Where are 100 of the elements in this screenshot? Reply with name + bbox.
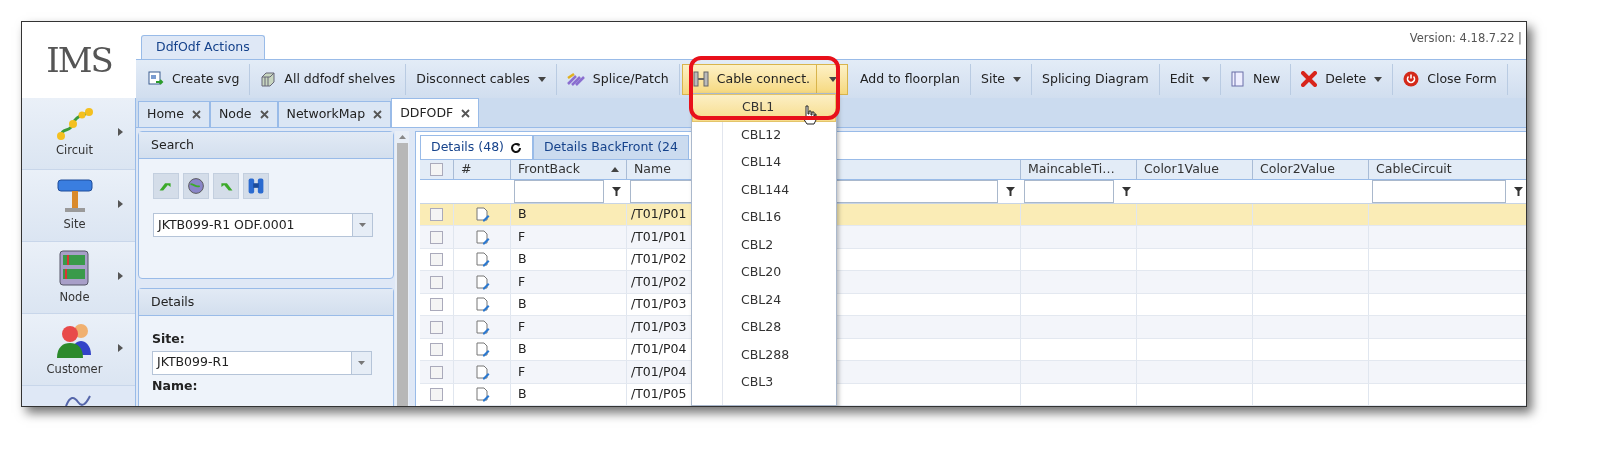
filter-icon[interactable] (1514, 186, 1523, 196)
checkbox[interactable] (430, 320, 443, 334)
circuit-nodes-icon (54, 107, 95, 140)
city-sign-icon (54, 177, 95, 214)
checkbox-icon[interactable] (430, 162, 443, 176)
expand-arrow-icon[interactable] (118, 128, 123, 136)
checkbox[interactable] (430, 298, 443, 311)
checkbox[interactable] (430, 208, 443, 221)
globe-icon[interactable] (183, 173, 209, 199)
filter-icon[interactable] (1122, 186, 1131, 196)
edit-icon[interactable] (474, 274, 490, 290)
ribbon-tab[interactable]: DdfOdf Actions (141, 35, 265, 59)
checkbox[interactable] (430, 253, 443, 266)
toolbar-button[interactable]: New (1220, 63, 1292, 95)
binoculars-icon[interactable] (243, 173, 269, 199)
scrollbar[interactable] (395, 131, 409, 406)
caret-icon (829, 76, 837, 82)
version-text: Version: 4.18.7.22 | (1409, 30, 1522, 47)
menu-item[interactable]: CBL144 (692, 176, 836, 204)
filter-field[interactable] (1024, 179, 1114, 203)
caret-icon (1013, 76, 1021, 82)
filter-icon[interactable] (612, 186, 621, 196)
document-tab[interactable]: NetworkMap (277, 101, 392, 127)
document-tab[interactable]: DDFODF (391, 98, 480, 127)
menu-item[interactable]: CBL12 (692, 121, 836, 149)
toolbar-button[interactable]: Site (971, 63, 1032, 95)
panel-title: Details (139, 289, 393, 316)
close-icon[interactable] (191, 110, 201, 119)
expand-arrow-icon[interactable] (118, 200, 123, 208)
table-cell: B (511, 383, 627, 406)
column-header[interactable]: # (454, 160, 511, 179)
close-icon[interactable] (259, 110, 269, 119)
checkbox[interactable] (430, 388, 443, 401)
menu-item[interactable]: CBL14 (692, 149, 836, 177)
expand-arrow-icon[interactable] (118, 344, 123, 352)
filter-field[interactable] (514, 179, 604, 203)
table-cell: F (511, 271, 627, 293)
close-icon[interactable] (373, 110, 383, 119)
table-cell: F (511, 361, 627, 383)
caret-icon (359, 223, 366, 227)
close-icon[interactable] (461, 108, 471, 118)
filter-field[interactable] (1372, 179, 1506, 203)
edit-icon[interactable] (474, 297, 490, 312)
column-header[interactable]: MaincableTi… (1021, 160, 1137, 179)
toolbar-button[interactable]: All ddfodf shelves (250, 63, 407, 95)
caret-icon (1201, 76, 1210, 82)
panel-title: Search (139, 132, 393, 159)
table-cell: F (511, 316, 627, 338)
connector-icon (692, 71, 709, 87)
shelves-icon (260, 71, 277, 87)
sidebar-item[interactable]: Customer (22, 314, 135, 386)
edit-icon[interactable] (474, 229, 490, 245)
toolbar-button[interactable]: Splice/Patch (556, 63, 680, 95)
field-label: Site: (152, 330, 186, 348)
grid-tab[interactable]: Details (48) (420, 135, 533, 159)
column-header[interactable]: Color2Value (1253, 160, 1369, 179)
document-tab[interactable]: Home (138, 101, 210, 127)
caret-icon (358, 360, 365, 365)
site-combo[interactable]: JKTB099-R1 (152, 350, 372, 375)
toolbar-button[interactable]: Edit (1159, 63, 1221, 95)
checkbox[interactable] (430, 343, 443, 356)
edit-icon[interactable] (474, 387, 490, 402)
table-cell: B (511, 203, 627, 226)
edit-icon[interactable] (474, 252, 490, 267)
table-cell: B (511, 338, 627, 361)
edit-icon[interactable] (474, 364, 490, 380)
toolbar-button[interactable]: Create svg (138, 63, 251, 95)
toolbar-button[interactable]: Disconnect cables (406, 63, 557, 95)
grid-tab[interactable]: Details BackFront (24 (532, 135, 689, 159)
column-header[interactable]: FrontBack (511, 160, 627, 179)
toolbar-button[interactable]: Cable connect. (681, 63, 848, 95)
sort-ascending-icon (611, 166, 619, 172)
edit-icon[interactable] (474, 342, 490, 357)
column-header[interactable]: Color1Value (1137, 160, 1253, 179)
edit-icon[interactable] (474, 319, 490, 335)
column-header[interactable]: CableCircuit (1369, 160, 1526, 179)
toolbar-button[interactable]: Delete (1291, 63, 1394, 95)
power-icon (1403, 71, 1420, 87)
rack-icon (57, 248, 92, 287)
scroll-up-icon[interactable] (398, 135, 406, 139)
chart-line-icon (63, 394, 94, 406)
toolbar-button[interactable]: Close Form (1393, 63, 1508, 95)
document-tab[interactable]: Node (209, 101, 278, 127)
filter-icon[interactable] (1006, 186, 1015, 196)
checkbox[interactable] (430, 230, 443, 244)
expand-arrow-icon[interactable] (118, 272, 123, 280)
table-cell: B (511, 248, 627, 271)
toolbar-button[interactable]: Splicing Diagram (1032, 63, 1160, 95)
document-icon (1230, 71, 1245, 87)
toolbar-button[interactable]: Add to floorplan (850, 63, 971, 95)
node-combo[interactable]: JKTB099-R1 ODF.0001 (153, 213, 373, 237)
caret-icon (1374, 76, 1383, 82)
edit-icon[interactable] (474, 207, 490, 222)
checkbox[interactable] (430, 275, 443, 289)
sidebar-item[interactable]: Site (22, 170, 135, 242)
caret-icon (537, 76, 546, 82)
sidebar-item[interactable]: Node (22, 242, 135, 314)
sidebar-item[interactable]: Circuit (22, 98, 135, 170)
refresh-icon[interactable] (509, 141, 522, 154)
checkbox[interactable] (430, 365, 443, 379)
